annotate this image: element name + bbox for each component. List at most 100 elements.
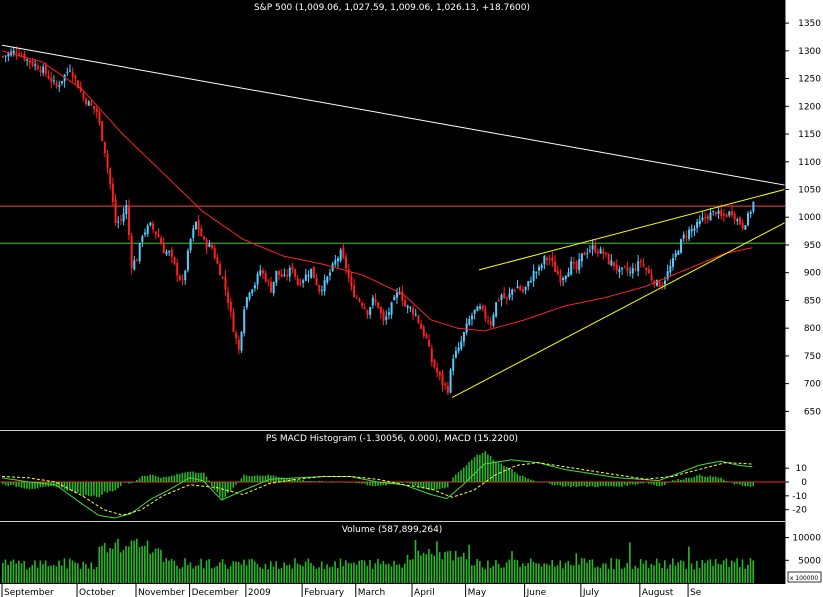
macd-histogram-bar xyxy=(503,465,505,482)
candle-body xyxy=(240,331,243,351)
candle-body xyxy=(409,307,412,309)
macd-histogram-bar xyxy=(152,474,154,482)
volume-bar xyxy=(251,558,253,583)
macd-histogram-bar xyxy=(109,482,111,492)
macd-histogram-bar xyxy=(639,482,642,484)
candle-body xyxy=(529,281,532,283)
candle-body xyxy=(428,339,431,347)
candle-body xyxy=(253,285,256,289)
candle-body xyxy=(347,269,350,278)
candle-body xyxy=(497,300,500,302)
candle-body xyxy=(706,216,709,220)
macd-histogram-bar xyxy=(261,475,264,482)
macd-histogram-bar xyxy=(752,482,754,487)
macd-histogram-bar xyxy=(133,482,135,483)
candle-body xyxy=(355,297,358,299)
macd-histogram-bar xyxy=(578,482,580,487)
volume-bar xyxy=(379,563,382,583)
macd-histogram-bar xyxy=(634,482,637,485)
volume-bar xyxy=(591,559,594,583)
volume-bar xyxy=(637,568,639,583)
candle-body xyxy=(650,274,653,281)
candle-body xyxy=(682,234,685,239)
month-label: October xyxy=(79,588,115,597)
macd-histogram-bar xyxy=(114,482,117,491)
macd-histogram-bar xyxy=(454,474,457,482)
volume-bar xyxy=(69,558,71,583)
volume-bar xyxy=(122,549,125,583)
macd-histogram-bar xyxy=(728,482,730,483)
volume-bar xyxy=(567,560,570,583)
candle-body xyxy=(136,260,138,262)
candle-body xyxy=(647,269,650,274)
macd-histogram-bar xyxy=(688,477,690,482)
candle-body xyxy=(559,274,562,283)
macd-histogram-bar xyxy=(417,482,419,487)
volume-bar xyxy=(393,560,395,583)
macd-histogram-bar xyxy=(741,482,744,486)
candle-body xyxy=(462,332,465,342)
volume-bar xyxy=(417,550,419,583)
candle-body xyxy=(36,65,39,70)
macd-histogram-bar xyxy=(540,481,543,483)
volume-bar xyxy=(487,560,489,583)
macd-histogram-bar xyxy=(280,477,283,482)
volume-bar xyxy=(58,560,60,583)
macd-histogram-bar xyxy=(532,480,535,482)
macd-histogram-bar xyxy=(170,475,173,482)
month-label: November xyxy=(138,588,185,597)
macd-histogram-bar xyxy=(227,482,229,493)
candle-body xyxy=(607,253,610,265)
price-axis-tick-label: 1200 xyxy=(798,102,821,112)
candle-body xyxy=(294,269,297,277)
macd-histogram-bar xyxy=(505,466,508,482)
macd-histogram-bar xyxy=(559,482,562,486)
candle-body xyxy=(516,286,519,289)
candle-body xyxy=(47,75,50,79)
macd-histogram-bar xyxy=(672,480,674,482)
volume-bar xyxy=(693,569,696,583)
macd-histogram-bar xyxy=(127,482,130,484)
candle-body xyxy=(487,320,490,322)
macd-histogram-bar xyxy=(331,481,334,482)
volume-bar xyxy=(42,564,44,583)
volume-bar xyxy=(647,568,650,583)
candle-body xyxy=(358,298,361,302)
candle-body xyxy=(288,267,291,277)
volume-bar xyxy=(385,564,387,583)
price-title: S&P 500 (1,009.06, 1,027.59, 1,009.06, 1… xyxy=(254,3,530,13)
volume-bar xyxy=(596,566,599,583)
candle-body xyxy=(267,280,270,282)
candle-body xyxy=(256,273,259,285)
candle-body xyxy=(60,80,63,84)
macd-histogram-bar xyxy=(245,475,248,482)
macd-histogram-bar xyxy=(82,482,84,497)
candle-body xyxy=(583,252,586,256)
volume-bar xyxy=(77,563,79,583)
macd-histogram-bar xyxy=(722,479,725,482)
volume-bar xyxy=(162,561,165,583)
macd-histogram-bar xyxy=(401,482,403,484)
candle-body xyxy=(194,221,197,230)
candle-body xyxy=(66,71,69,73)
macd-histogram-bar xyxy=(554,482,556,486)
candle-body xyxy=(197,220,200,231)
volume-bar xyxy=(594,567,596,583)
volume-bar xyxy=(444,552,446,583)
volume-bar xyxy=(146,540,149,583)
month-label: December xyxy=(192,588,239,597)
candle-body xyxy=(229,301,232,312)
volume-bar xyxy=(690,563,693,583)
candle-body xyxy=(221,276,224,278)
macd-histogram-bar xyxy=(363,482,366,484)
macd-histogram-bar xyxy=(63,482,66,490)
macd-histogram-bar xyxy=(189,471,192,482)
macd-histogram-bar xyxy=(224,482,227,497)
candle-body xyxy=(395,292,398,298)
macd-histogram-bar xyxy=(580,482,583,487)
candle-body xyxy=(71,71,74,78)
macd-histogram-bar xyxy=(570,482,572,488)
candle-body xyxy=(133,260,136,270)
candle-body xyxy=(613,261,616,266)
candle-body xyxy=(484,308,487,319)
